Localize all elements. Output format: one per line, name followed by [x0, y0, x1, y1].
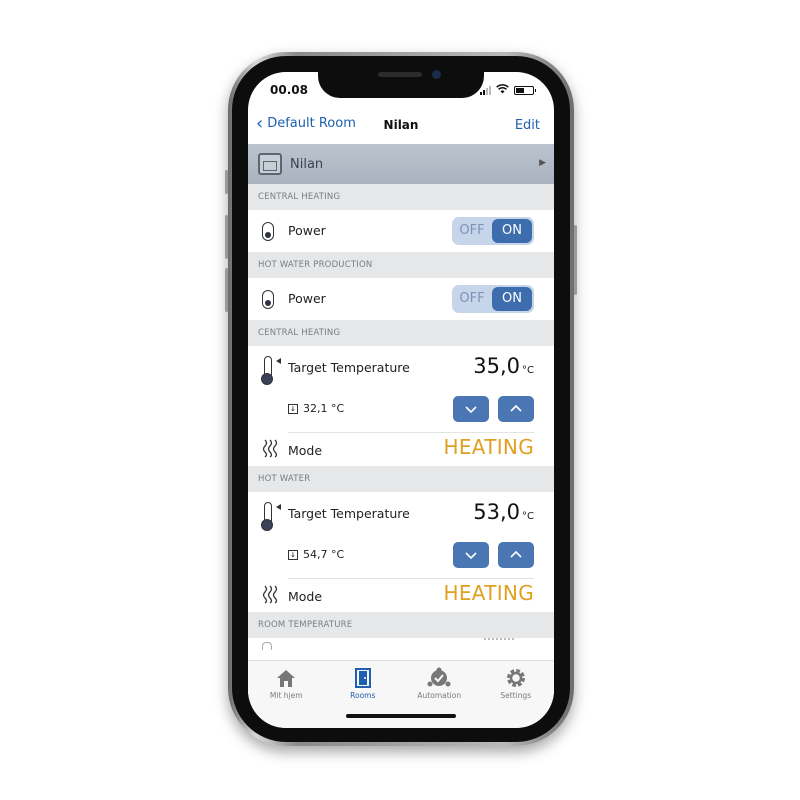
room-temperature-row-partial	[248, 638, 554, 652]
increase-temperature-button[interactable]	[498, 396, 534, 422]
temperature-unit: °C	[522, 365, 534, 376]
tab-label: Rooms	[350, 691, 376, 700]
page-title: Nilan	[383, 118, 419, 132]
tab-label: Settings	[500, 691, 532, 700]
decrease-temperature-button[interactable]	[453, 542, 489, 568]
chevron-down-icon	[465, 406, 477, 414]
mode-label: Mode	[288, 443, 323, 458]
tab-label: Mit hjem	[269, 691, 303, 700]
status-icons	[480, 84, 536, 96]
measured-temperature-icon: ↓	[288, 550, 298, 560]
edit-button[interactable]: Edit	[515, 118, 540, 133]
wifi-icon	[496, 84, 509, 96]
battery-icon	[514, 85, 536, 95]
measured-temperature-icon: ↓	[288, 404, 298, 414]
notch	[318, 64, 484, 98]
power-row-central-heating: Power OFF ON	[248, 210, 554, 252]
hot-water-temperature-block: Target Temperature 53,0 °C ↓ 54,7 °C Mod…	[248, 492, 554, 612]
central-heating-temperature-block: Target Temperature 35,0 °C ↓ 32,1 °C Mod…	[248, 346, 554, 466]
section-header-room-temperature: ROOM TEMPERATURE	[248, 612, 554, 638]
mode-label: Mode	[288, 589, 323, 604]
power-switch-icon	[262, 222, 274, 241]
settings-list: CENTRAL HEATING Power OFF ON HOT WATER P…	[248, 184, 554, 652]
home-indicator[interactable]	[346, 714, 456, 718]
mute-switch	[225, 170, 228, 194]
chevron-up-icon	[510, 404, 522, 412]
device-row[interactable]: Nilan ▶	[248, 144, 554, 184]
increase-temperature-button[interactable]	[498, 542, 534, 568]
setpoint-marker-icon	[276, 504, 281, 510]
ventilation-unit-icon	[258, 153, 282, 175]
target-temperature-label: Target Temperature	[288, 360, 410, 375]
automation-icon	[427, 667, 451, 687]
volume-down-button	[225, 268, 228, 312]
power-label: Power	[288, 223, 326, 238]
thermometer-bulb	[261, 373, 273, 385]
tab-label: Automation	[417, 691, 462, 700]
toggle-on-option[interactable]: ON	[492, 219, 532, 243]
door-icon	[354, 668, 371, 688]
mode-value[interactable]: HEATING	[444, 435, 534, 459]
decrease-temperature-button[interactable]	[453, 396, 489, 422]
mode-value[interactable]: HEATING	[444, 581, 534, 605]
chevron-up-icon	[510, 550, 522, 558]
room-temperature-value-partial	[484, 638, 514, 644]
gear-icon	[506, 669, 525, 687]
target-temperature-label: Target Temperature	[288, 506, 410, 521]
section-header-hot-water-production: HOT WATER PRODUCTION	[248, 252, 554, 278]
temperature-unit: °C	[522, 511, 534, 522]
toggle-on-option[interactable]: ON	[492, 287, 532, 311]
front-camera	[432, 70, 441, 79]
home-icon	[277, 670, 296, 687]
toggle-off-option[interactable]: OFF	[452, 217, 492, 245]
power-row-hot-water: Power OFF ON	[248, 278, 554, 320]
chevron-down-icon	[465, 552, 477, 560]
status-time: 00.08	[270, 83, 308, 97]
target-temperature-value: 35,0	[473, 354, 520, 378]
signal-icon	[480, 85, 491, 95]
disclosure-arrow-icon: ▶	[539, 158, 546, 168]
power-switch-icon	[262, 290, 274, 309]
measured-temperature-value: 54,7 °C	[303, 548, 345, 561]
section-header-central-heating-temp: CENTRAL HEATING	[248, 320, 554, 346]
section-header-hot-water: HOT WATER	[248, 466, 554, 492]
power-toggle-hot-water[interactable]: OFF ON	[452, 285, 534, 313]
power-label: Power	[288, 291, 326, 306]
speaker	[378, 72, 422, 77]
divider	[288, 578, 534, 579]
section-header-central-heating: CENTRAL HEATING	[248, 184, 554, 210]
heating-waves-icon	[262, 439, 278, 458]
volume-up-button	[225, 215, 228, 259]
navigation-bar: ‹ Default Room Nilan Edit	[248, 108, 554, 142]
heating-waves-icon	[262, 585, 278, 604]
tab-mit-hjem[interactable]: Mit hjem	[248, 661, 325, 728]
toggle-off-option[interactable]: OFF	[452, 285, 492, 313]
side-button	[574, 225, 577, 295]
measured-temperature-value: 32,1 °C	[303, 402, 345, 415]
thermometer-bulb	[261, 519, 273, 531]
thermometer-icon	[262, 642, 272, 650]
target-temperature-value: 53,0	[473, 500, 520, 524]
tab-settings[interactable]: Settings	[478, 661, 555, 728]
setpoint-marker-icon	[276, 358, 281, 364]
device-name: Nilan	[290, 156, 324, 172]
screen: 00.08 ‹ Default Room Nilan Edit Nilan ▶ …	[248, 72, 554, 728]
power-toggle-central-heating[interactable]: OFF ON	[452, 217, 534, 245]
divider	[288, 432, 534, 433]
